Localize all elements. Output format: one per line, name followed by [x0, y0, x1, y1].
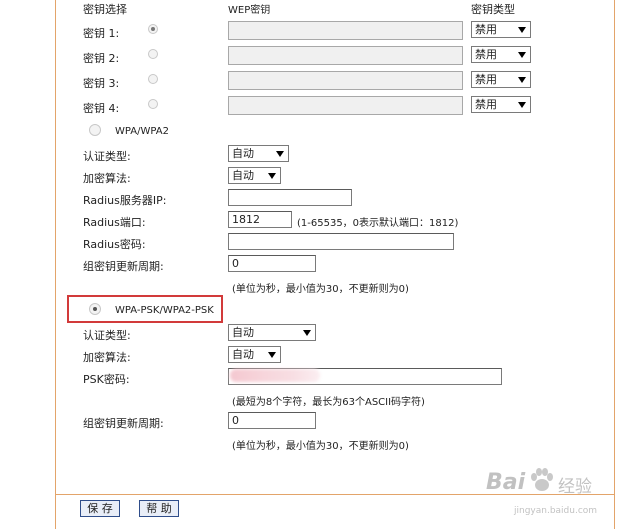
key-3-type-value: 禁用	[475, 73, 497, 86]
key-4-label: 密钥 4:	[83, 102, 120, 115]
key-1-type-select[interactable]: 禁用	[471, 21, 531, 38]
radius-port-input[interactable]: 1812	[228, 211, 292, 228]
radius-port-hint: (1-65535，0表示默认端口：1812)	[297, 218, 459, 229]
key-1-label: 密钥 1:	[83, 27, 120, 40]
wpa-auth-type-select[interactable]: 自动	[228, 145, 289, 162]
paw-icon	[531, 468, 553, 491]
key-4-type-select[interactable]: 禁用	[471, 96, 531, 113]
blurred-password-mask	[230, 369, 320, 382]
wpa-psk-mode-radio[interactable]	[89, 303, 101, 315]
radius-ip-label: Radius服务器IP:	[83, 194, 167, 207]
key-2-label: 密钥 2:	[83, 52, 120, 65]
watermark-brand: Bai	[486, 470, 526, 495]
baidu-jingyan-watermark: Bai 经验 jingyan.baidu.com	[476, 462, 626, 522]
save-button[interactable]: 保 存	[80, 500, 120, 517]
radius-port-label: Radius端口:	[83, 216, 146, 229]
chevron-down-icon	[268, 352, 276, 358]
key-4-radio[interactable]	[148, 99, 158, 109]
chevron-down-icon	[518, 27, 526, 33]
chevron-down-icon	[518, 77, 526, 83]
wpa-group-key-period-input[interactable]: 0	[228, 255, 316, 272]
key-1-input[interactable]	[228, 21, 463, 40]
wpa-mode-radio[interactable]	[89, 124, 101, 136]
wpa-group-key-period-label: 组密钥更新周期:	[83, 260, 164, 273]
chevron-down-icon	[518, 52, 526, 58]
psk-auth-type-value: 自动	[232, 326, 254, 339]
wpa-mode-label: WPA/WPA2	[115, 126, 169, 137]
key-4-input[interactable]	[228, 96, 463, 115]
psk-auth-type-label: 认证类型:	[83, 329, 131, 342]
key-3-type-select[interactable]: 禁用	[471, 71, 531, 88]
psk-password-hint: (最短为8个字符，最长为63个ASCII码字符)	[232, 397, 425, 408]
psk-encryption-select[interactable]: 自动	[228, 346, 281, 363]
radius-password-label: Radius密码:	[83, 238, 146, 251]
key-2-radio[interactable]	[148, 49, 158, 59]
key-4-type-value: 禁用	[475, 98, 497, 111]
wpa-encryption-value: 自动	[232, 169, 254, 182]
key-type-header: 密钥类型	[471, 3, 515, 16]
chevron-down-icon	[518, 102, 526, 108]
key-2-type-select[interactable]: 禁用	[471, 46, 531, 63]
chevron-down-icon	[268, 173, 276, 179]
key-3-input[interactable]	[228, 71, 463, 90]
wpa-encryption-select[interactable]: 自动	[228, 167, 281, 184]
key-2-input[interactable]	[228, 46, 463, 65]
help-button[interactable]: 帮 助	[139, 500, 179, 517]
chevron-down-icon	[276, 151, 284, 157]
wpa-auth-type-label: 认证类型:	[83, 150, 131, 163]
key-1-type-value: 禁用	[475, 23, 497, 36]
psk-group-key-period-label: 组密钥更新周期:	[83, 417, 164, 430]
key-1-radio[interactable]	[148, 24, 158, 34]
psk-encryption-value: 自动	[232, 348, 254, 361]
key-3-label: 密钥 3:	[83, 77, 120, 90]
key-select-header: 密钥选择	[83, 3, 127, 16]
psk-password-label: PSK密码:	[83, 373, 130, 386]
psk-encryption-label: 加密算法:	[83, 351, 131, 364]
psk-auth-type-select[interactable]: 自动	[228, 324, 316, 341]
wpa-psk-mode-label: WPA-PSK/WPA2-PSK	[115, 305, 214, 316]
wpa-auth-type-value: 自动	[232, 147, 254, 160]
psk-group-key-period-hint: (单位为秒，最小值为30，不更新则为0)	[232, 441, 409, 452]
chevron-down-icon	[303, 330, 311, 336]
key-2-type-value: 禁用	[475, 48, 497, 61]
wpa-group-key-period-hint: (单位为秒，最小值为30，不更新则为0)	[232, 284, 409, 295]
radius-ip-input[interactable]	[228, 189, 352, 206]
radius-password-input[interactable]	[228, 233, 454, 250]
psk-group-key-period-input[interactable]: 0	[228, 412, 316, 429]
wep-key-header: WEP密钥	[228, 5, 271, 16]
watermark-url: jingyan.baidu.com	[514, 506, 598, 516]
wpa-encryption-label: 加密算法:	[83, 172, 131, 185]
key-3-radio[interactable]	[148, 74, 158, 84]
watermark-brand-suffix: 经验	[558, 477, 592, 497]
